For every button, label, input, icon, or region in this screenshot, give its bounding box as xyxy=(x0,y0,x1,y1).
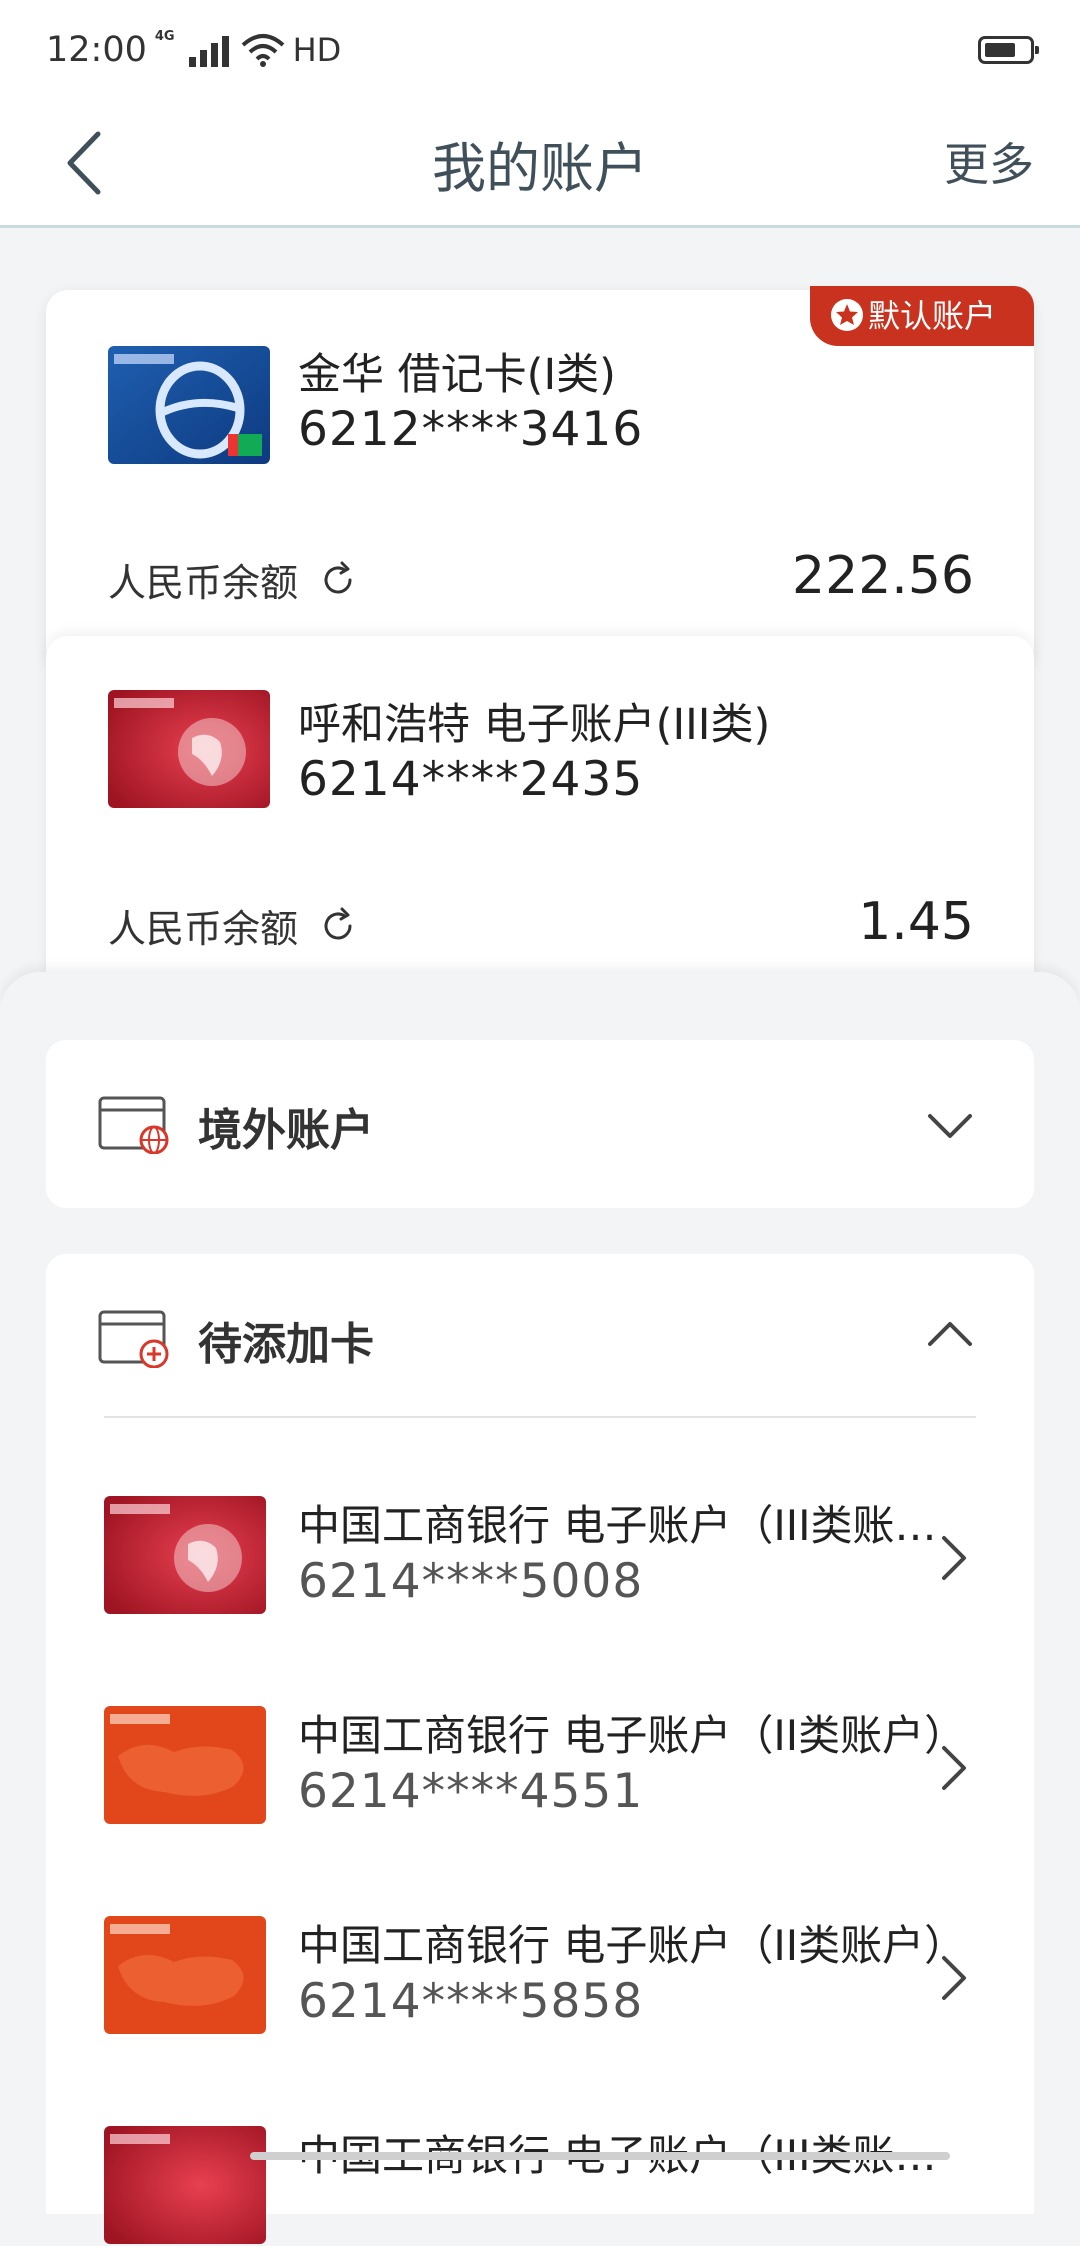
signal-icon xyxy=(188,33,229,67)
list-item-number: 6214****4551 xyxy=(298,1764,644,1819)
list-item-name: 中国工商银行 电子账户（II类账户） xyxy=(298,1711,967,1760)
account-name: 金华 借记卡(I类) xyxy=(298,350,616,400)
section-title: 境外账户 xyxy=(198,1105,374,1156)
e-account-card-image xyxy=(104,1496,266,1614)
scroll-indicator xyxy=(250,2152,950,2160)
balance-label-text: 人民币余额 xyxy=(108,561,299,605)
e-account-card-image xyxy=(108,690,270,808)
status-bar: 12:00 4G HD xyxy=(0,0,1080,100)
star-icon xyxy=(831,299,863,331)
balance-value: 222.56 xyxy=(792,546,974,606)
list-item-number: 6214****5858 xyxy=(298,1974,644,2029)
account-name: 呼和浩特 电子账户(III类) xyxy=(298,700,771,750)
network-type: 4G xyxy=(154,28,175,44)
e-account-card-image xyxy=(104,1706,266,1824)
default-account-badge: 默认账户 xyxy=(810,286,1034,346)
overseas-accounts-section[interactable]: 境外账户 xyxy=(46,1040,1034,1208)
chevron-up-icon[interactable] xyxy=(926,1318,974,1348)
wifi-icon xyxy=(241,34,284,67)
account-card[interactable]: 默认账户 金华 借记卡(I类) 6212****3416 人民币余额 222.5… xyxy=(46,286,1034,670)
card-add-icon xyxy=(98,1310,169,1368)
account-number: 6214****2435 xyxy=(298,752,644,807)
balance-label: 人民币余额 xyxy=(108,898,358,953)
balance-value: 1.45 xyxy=(858,892,974,952)
hd-indicator: HD xyxy=(292,31,342,69)
page-title: 我的账户 xyxy=(432,137,648,200)
chevron-right-icon xyxy=(942,1956,966,2000)
card-globe-icon xyxy=(98,1096,169,1154)
e-account-card-image xyxy=(104,2126,266,2244)
account-card[interactable]: 呼和浩特 电子账户(III类) 6214****2435 人民币余额 1.45 xyxy=(46,636,1034,996)
e-account-card-image xyxy=(104,1916,266,2034)
section-divider xyxy=(104,1416,976,1418)
section-title: 待添加卡 xyxy=(198,1319,374,1370)
nav-bar: 我的账户 更多 xyxy=(0,100,1080,228)
balance-label: 人民币余额 xyxy=(108,552,358,607)
chevron-down-icon[interactable] xyxy=(926,1110,974,1140)
debit-card-image xyxy=(108,346,270,464)
list-item[interactable]: 中国工商银行 电子账户（II类账户） 6214****4551 xyxy=(46,1706,1034,1826)
refresh-icon[interactable] xyxy=(318,560,358,600)
cards-bottom-edge xyxy=(0,972,1080,1012)
more-button[interactable]: 更多 xyxy=(944,128,1034,193)
list-item[interactable]: 中国工商银行 电子账户（III类账户） 6214****5008 xyxy=(46,1496,1034,1616)
refresh-icon[interactable] xyxy=(318,906,358,946)
chevron-right-icon xyxy=(942,1746,966,1790)
list-item[interactable]: 中国工商银行 电子账户（III类账户） xyxy=(46,2126,1034,2246)
chevron-right-icon xyxy=(942,1536,966,1580)
pending-cards-section: 待添加卡 中国工商银行 电子账户（III类账户） 6214****5008 中国… xyxy=(46,1254,1034,2244)
list-item-name: 中国工商银行 电子账户（III类账户） xyxy=(298,1501,970,1550)
list-item[interactable]: 中国工商银行 电子账户（II类账户） 6214****5858 xyxy=(46,1916,1034,2036)
balance-label-text: 人民币余额 xyxy=(108,907,299,951)
list-item-name: 中国工商银行 电子账户（II类账户） xyxy=(298,1921,967,1970)
status-time: 12:00 xyxy=(46,30,147,70)
account-number: 6212****3416 xyxy=(298,402,644,457)
badge-label: 默认账户 xyxy=(868,297,997,335)
list-item-number: 6214****5008 xyxy=(298,1554,644,1609)
battery-icon xyxy=(978,36,1039,64)
